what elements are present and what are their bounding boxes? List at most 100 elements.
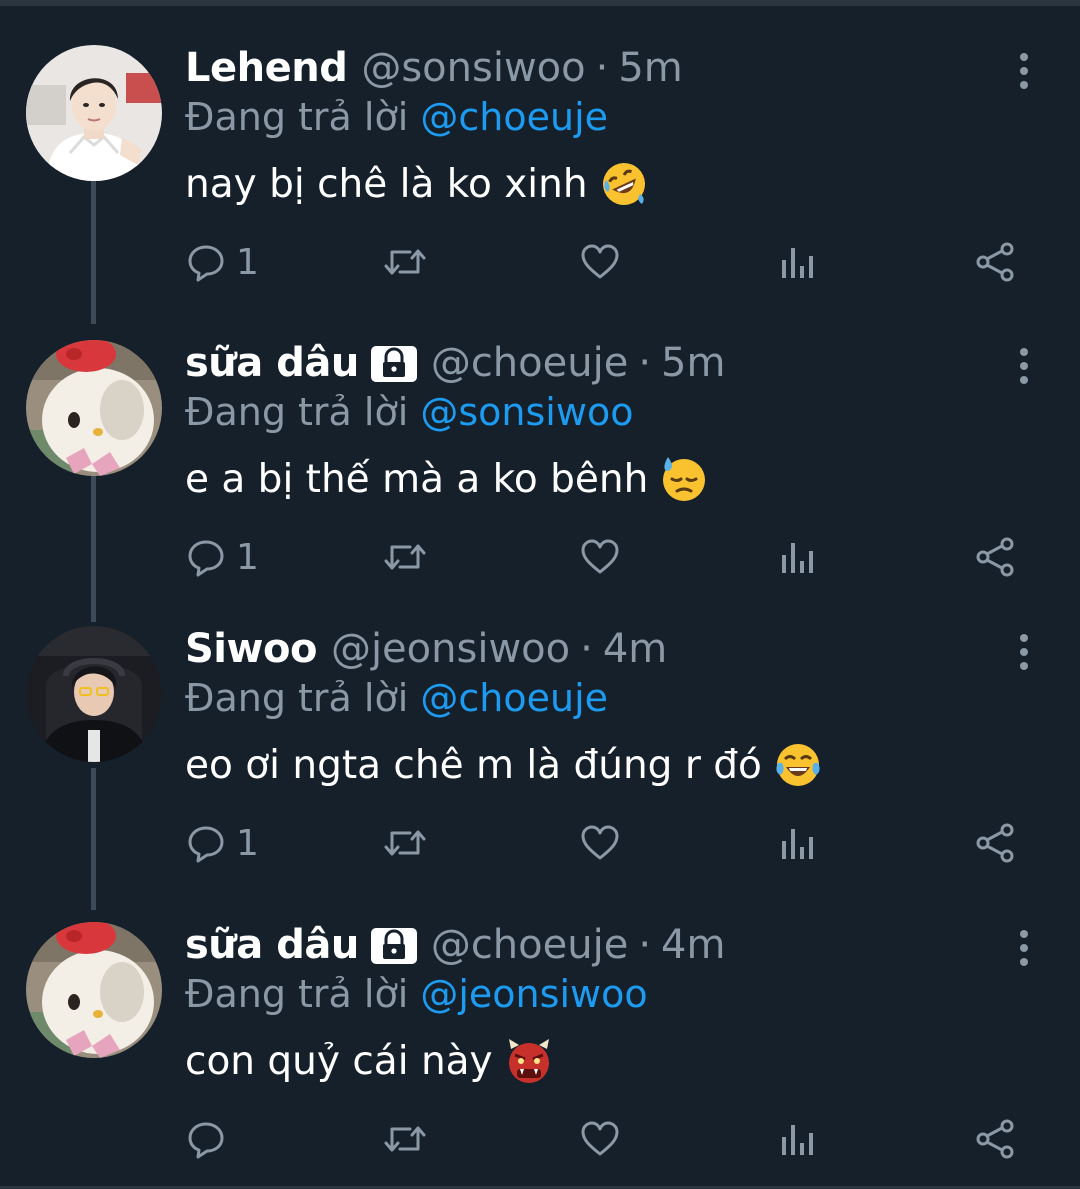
- share-button[interactable]: [974, 237, 1016, 287]
- user-handle[interactable]: @sonsiwoo: [361, 45, 585, 91]
- lock-icon: [370, 346, 417, 382]
- tweet-header: Lehend @sonsiwoo · 5m: [185, 45, 683, 97]
- display-name[interactable]: sữa dâu: [185, 922, 359, 968]
- rolling-on-floor-laughing-emoji: [602, 163, 645, 205]
- reply-icon: [188, 826, 224, 863]
- tweet-actions: [0, 1114, 1080, 1164]
- avatar[interactable]: [26, 922, 162, 1058]
- user-handle[interactable]: @choeuje: [431, 922, 629, 968]
- retweet-icon: [384, 830, 426, 856]
- replying-to-label: Đang trả lời: [185, 390, 409, 434]
- tweet-actions: 1: [0, 532, 1080, 582]
- analytics-icon: [782, 829, 813, 859]
- like-button[interactable]: [580, 237, 620, 287]
- replying-to-mention[interactable]: @choeuje: [420, 676, 608, 720]
- retweet-icon: [384, 544, 426, 570]
- reply-button[interactable]: 1: [186, 818, 259, 868]
- tweet-actions: 1: [0, 237, 1080, 287]
- tweet-text: nay bị chê là ko xinh: [185, 160, 648, 208]
- reply-icon: [188, 245, 224, 282]
- like-icon: [581, 825, 619, 860]
- more-options-icon[interactable]: [1012, 346, 1036, 386]
- tweet-text: eo ơi ngta chê m là đúng r đó: [185, 741, 822, 789]
- avatar[interactable]: [26, 340, 162, 476]
- tweet-text-content: nay bị chê là ko xinh: [185, 161, 588, 207]
- analytics-button[interactable]: [780, 1114, 816, 1164]
- retweet-button[interactable]: [382, 532, 428, 582]
- analytics-icon: [782, 248, 813, 278]
- like-button[interactable]: [580, 818, 620, 868]
- tweet-header: sữa dâu @choeuje · 5m: [185, 340, 725, 392]
- top-divider: [0, 0, 1080, 6]
- replying-to-label: Đang trả lời: [185, 676, 409, 720]
- like-icon: [581, 539, 619, 574]
- tweet-text-content: con quỷ cái này: [185, 1038, 493, 1084]
- avatar[interactable]: [26, 45, 162, 181]
- reply-count: 1: [236, 822, 259, 864]
- ogre-emoji: [508, 1039, 549, 1083]
- reply-button[interactable]: 1: [186, 237, 259, 287]
- tweet-text-content: eo ơi ngta chê m là đúng r đó: [185, 742, 762, 788]
- timestamp[interactable]: 5m: [618, 45, 682, 91]
- replying-to-mention[interactable]: @sonsiwoo: [420, 390, 633, 434]
- replying-to: Đang trả lời @sonsiwoo: [185, 390, 633, 434]
- like-icon: [581, 1121, 619, 1156]
- timestamp[interactable]: 5m: [661, 340, 725, 386]
- tweet-text: con quỷ cái này: [185, 1037, 553, 1085]
- separator-dot: ·: [595, 45, 609, 91]
- reply-icon: [188, 540, 224, 577]
- separator-dot: ·: [638, 922, 652, 968]
- reply-count: 1: [236, 536, 259, 578]
- user-handle[interactable]: @choeuje: [431, 340, 629, 386]
- retweet-icon: [384, 249, 426, 275]
- reply-icon: [188, 1122, 224, 1159]
- share-icon: [976, 1119, 1014, 1159]
- analytics-button[interactable]: [780, 237, 816, 287]
- tweet-header: sữa dâu @choeuje · 4m: [185, 922, 725, 974]
- reply-button[interactable]: 1: [186, 532, 259, 582]
- tweet-header: Siwoo @jeonsiwoo · 4m: [185, 626, 667, 678]
- tweet-text: e a bị thế mà a ko bênh: [185, 455, 708, 503]
- retweet-button[interactable]: [382, 818, 428, 868]
- replying-to-mention[interactable]: @choeuje: [420, 95, 608, 139]
- share-icon: [976, 242, 1014, 282]
- retweet-button[interactable]: [382, 237, 428, 287]
- timestamp[interactable]: 4m: [603, 626, 667, 672]
- replying-to-label: Đang trả lời: [185, 95, 409, 139]
- like-icon: [581, 244, 619, 279]
- replying-to: Đang trả lời @choeuje: [185, 95, 608, 139]
- share-icon: [976, 537, 1014, 577]
- downcast-face-with-sweat-emoji: [663, 457, 706, 501]
- share-button[interactable]: [974, 1114, 1016, 1164]
- tweet-text-content: e a bị thế mà a ko bênh: [185, 456, 649, 502]
- retweet-button[interactable]: [382, 1114, 428, 1164]
- analytics-button[interactable]: [780, 532, 816, 582]
- share-button[interactable]: [974, 532, 1016, 582]
- analytics-icon: [782, 543, 813, 573]
- separator-dot: ·: [638, 340, 652, 386]
- replying-to: Đang trả lời @choeuje: [185, 676, 608, 720]
- like-button[interactable]: [580, 1114, 620, 1164]
- share-button[interactable]: [974, 818, 1016, 868]
- display-name[interactable]: Lehend: [185, 45, 348, 91]
- separator-dot: ·: [580, 626, 593, 672]
- display-name[interactable]: sữa dâu: [185, 340, 359, 386]
- share-icon: [976, 823, 1014, 863]
- reply-count: 1: [236, 241, 259, 283]
- reply-button[interactable]: [186, 1114, 236, 1164]
- more-options-icon[interactable]: [1012, 928, 1036, 968]
- user-handle[interactable]: @jeonsiwoo: [331, 626, 570, 672]
- avatar[interactable]: [26, 626, 162, 762]
- tweet-actions: 1: [0, 818, 1080, 868]
- retweet-icon: [384, 1126, 426, 1152]
- lock-icon: [370, 928, 417, 964]
- timestamp[interactable]: 4m: [661, 922, 725, 968]
- analytics-button[interactable]: [780, 818, 816, 868]
- more-options-icon[interactable]: [1012, 632, 1036, 672]
- replying-to-mention[interactable]: @jeonsiwoo: [420, 972, 647, 1016]
- replying-to: Đang trả lời @jeonsiwoo: [185, 972, 648, 1016]
- display-name[interactable]: Siwoo: [185, 626, 317, 672]
- more-options-icon[interactable]: [1012, 51, 1036, 91]
- analytics-icon: [782, 1125, 813, 1155]
- like-button[interactable]: [580, 532, 620, 582]
